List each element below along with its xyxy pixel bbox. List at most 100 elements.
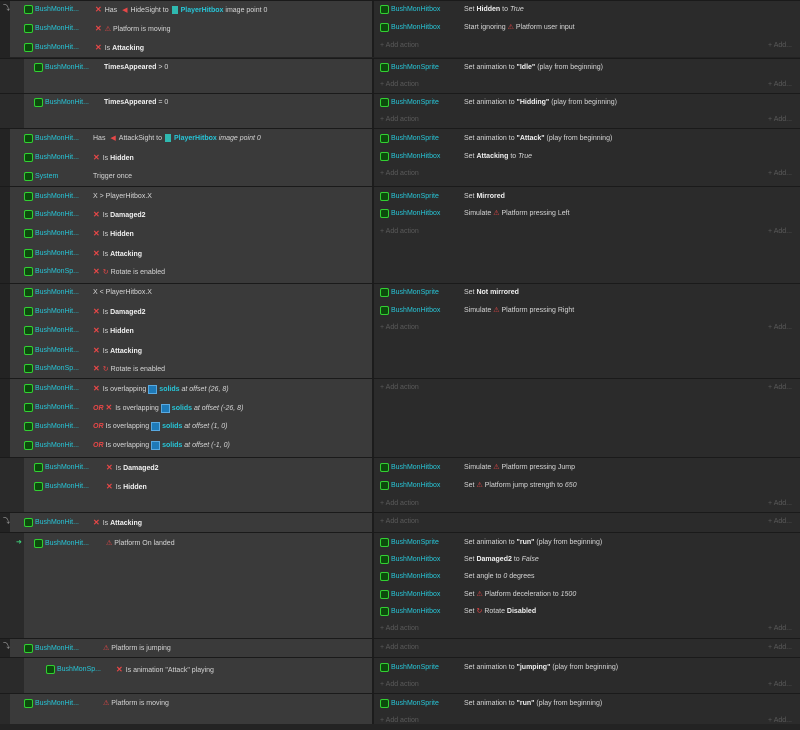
add-link[interactable]: + Add... xyxy=(768,379,792,397)
action-row[interactable]: BushMonSprite Set Not mirrored xyxy=(0,284,800,302)
action-row[interactable]: BushMonHitbox Set ⚠ Platform deceleration… xyxy=(0,586,800,604)
condition-row[interactable]: BushMonHit... ✕ Is Attacking xyxy=(10,342,372,360)
action-row[interactable]: BushMonSprite Set animation to "Idle" (p… xyxy=(0,59,800,77)
add-action-link[interactable]: + Add action xyxy=(380,639,419,657)
condition-row[interactable]: BushMonHit... OR Is overlapping solids at … xyxy=(10,437,372,455)
e2-a1_b-text: "Idle" xyxy=(516,64,536,71)
e10-a2_b-text: Damaged2 xyxy=(476,556,512,563)
invert-x-icon: ✕ xyxy=(93,326,100,335)
condition-row[interactable]: BushMonHit... ✕ Is Attacking xyxy=(10,514,372,532)
add-action-link[interactable]: + Add action xyxy=(380,319,419,337)
event-block-4[interactable]: BushMonHit... Has ◀ AttackSight to PlayerH… xyxy=(0,128,800,186)
invert-x-icon: ✕ xyxy=(93,518,100,527)
e4-a1_post-text: (play from beginning) xyxy=(546,135,613,142)
add-link[interactable]: + Add... xyxy=(768,223,792,241)
action-row[interactable]: BushMonSprite Set animation to "Attack" … xyxy=(0,130,800,148)
event-block-1[interactable]: ⤵ BushMonHit... ✕ Has ◀ HideSight to Player… xyxy=(0,0,800,57)
add_action-text: Add action xyxy=(385,644,419,651)
condition-row[interactable]: BushMonSp... ✕ ↻ Rotate is enabled xyxy=(10,263,372,281)
add_action-text: Add action xyxy=(385,717,419,724)
add-link[interactable]: + Add... xyxy=(768,712,792,730)
event-block-3[interactable]: BushMonHit... TimesAppeared = 0 BushMonS… xyxy=(0,93,800,128)
add-action-link[interactable]: + Add action xyxy=(380,495,419,513)
add-link[interactable]: + Add... xyxy=(768,111,792,129)
add-link[interactable]: + Add... xyxy=(768,165,792,183)
add-text: Add... xyxy=(773,625,792,632)
condition-row[interactable]: BushMonSp... ✕ ↻ Rotate is enabled xyxy=(10,360,372,378)
condition-row[interactable]: BushMonHit... ✕ Is Hidden xyxy=(10,225,372,243)
e2-a1_post-text: (play from beginning) xyxy=(537,64,603,71)
event-block-13[interactable]: BushMonHit... ⚠ Platform is moving BushMo… xyxy=(0,693,800,724)
condition-row[interactable]: System Trigger once xyxy=(10,168,372,186)
add-action-link[interactable]: + Add action xyxy=(380,620,419,638)
action-row[interactable]: BushMonHitbox Set Attacking to True xyxy=(0,148,800,166)
event-block-10[interactable]: ➜ BushMonHit... ⚠ Platform On landed Bush… xyxy=(0,532,800,638)
action-row[interactable]: BushMonHitbox Set Damaged2 to False xyxy=(0,551,800,569)
e1-a1_b-text: Hidden xyxy=(476,6,501,13)
obj_hitbox_short-text: BushMonHit... xyxy=(35,404,79,411)
add-link[interactable]: + Add... xyxy=(768,37,792,55)
condition-row[interactable]: BushMonHit... OR Is overlapping solids at … xyxy=(10,418,372,436)
action-row[interactable]: BushMonSprite Set animation to "Hidding"… xyxy=(0,94,800,112)
event-block-2[interactable]: BushMonHit... TimesAppeared > 0 BushMonS… xyxy=(0,58,800,93)
add-link[interactable]: + Add... xyxy=(768,76,792,94)
add-action-link[interactable]: + Add action xyxy=(380,379,419,397)
condition-row[interactable]: BushMonHit... ✕ Is Attacking xyxy=(10,39,372,57)
event-block-6[interactable]: BushMonHit... X < PlayerHitbox.X BushMon… xyxy=(0,283,800,378)
add-link[interactable]: + Add... xyxy=(768,639,792,657)
action-row[interactable]: BushMonHitbox Set ↻ Rotate Disabled xyxy=(0,603,800,621)
event-block-7[interactable]: BushMonHit... ✕ Is overlapping solids at o… xyxy=(0,378,800,457)
collapse-arrow-icon[interactable]: ⤵ xyxy=(3,516,10,526)
e10-a1_post-text: (play from beginning) xyxy=(536,539,603,546)
action-row[interactable]: BushMonHitbox Set Hidden to True xyxy=(0,1,800,19)
event-block-12[interactable]: BushMonSp... ✕ Is animation "Attack" play… xyxy=(0,657,800,693)
family-icon xyxy=(151,440,161,450)
action-row[interactable]: BushMonSprite Set animation to "run" (pl… xyxy=(0,695,800,713)
add-link[interactable]: + Add... xyxy=(768,319,792,337)
action-row[interactable]: BushMonHitbox Set ⚠ Platform jump strengt… xyxy=(0,477,800,495)
event-block-9[interactable]: ⤵ BushMonHit... ✕ Is Attacking + Add acti… xyxy=(0,512,800,532)
e10-a3_pre-text: Set angle to xyxy=(464,573,502,580)
action-row[interactable]: BushMonSprite Set animation to "run" (pl… xyxy=(0,534,800,552)
condition-row[interactable]: BushMonHit... ✕ Is Hidden xyxy=(10,322,372,340)
collapse-arrow-icon[interactable]: ⤵ xyxy=(3,641,10,651)
add-action-link[interactable]: + Add action xyxy=(380,676,419,694)
e7-c3_post-text: at offset (1, 0) xyxy=(184,423,228,430)
action-row[interactable]: BushMonHitbox Simulate ⚠ Platform pressin… xyxy=(0,459,800,477)
obj_sprite-text: BushMonSprite xyxy=(391,664,439,671)
or-text: OR xyxy=(93,442,104,449)
condition-row[interactable]: BushMonHit... OR ✕ Is overlapping solids at… xyxy=(10,399,372,417)
e1-c3_b-text: Attacking xyxy=(112,45,145,52)
add-action-link[interactable]: + Add action xyxy=(380,712,419,730)
e6-c3_b-text: Hidden xyxy=(110,328,134,335)
condition-row[interactable]: BushMonHit... ✕ Is Attacking xyxy=(10,245,372,263)
event-block-11[interactable]: ⤵ BushMonHit... ⚠ Platform is jumping + A… xyxy=(0,638,800,657)
event-block-5[interactable]: BushMonHit... X > PlayerHitbox.X BushMon… xyxy=(0,186,800,283)
add-link[interactable]: + Add... xyxy=(768,620,792,638)
add-action-link[interactable]: + Add action xyxy=(380,513,419,531)
action-row[interactable]: BushMonHitbox Simulate ⚠ Platform pressin… xyxy=(0,205,800,223)
obj_hitbox-text: BushMonHitbox xyxy=(391,573,441,580)
add-action-link[interactable]: + Add action xyxy=(380,165,419,183)
platform-icon: ⚠ xyxy=(507,24,514,31)
condition-row[interactable]: BushMonHit... ✕ Is overlapping solids at o… xyxy=(10,380,372,398)
add-action-link[interactable]: + Add action xyxy=(380,76,419,94)
event-block-8[interactable]: BushMonHit... ✕ Is Damaged2 BushMonHit...… xyxy=(0,457,800,512)
add-link[interactable]: + Add... xyxy=(768,513,792,531)
action-row[interactable]: BushMonHitbox Simulate ⚠ Platform pressin… xyxy=(0,302,800,320)
add-action-link[interactable]: + Add action xyxy=(380,37,419,55)
add-text: Add... xyxy=(773,681,792,688)
obj_hitbox_short-text: BushMonHit... xyxy=(35,423,79,430)
add-action-link[interactable]: + Add action xyxy=(380,223,419,241)
action-row[interactable]: BushMonHitbox Start ignoring ⚠ Platform u… xyxy=(0,19,800,37)
action-row[interactable]: BushMonHitbox Set angle to 0 degrees xyxy=(0,568,800,586)
add-link[interactable]: + Add... xyxy=(768,495,792,513)
add-action-link[interactable]: + Add action xyxy=(380,111,419,129)
action-row[interactable]: BushMonSprite Set animation to "jumping"… xyxy=(0,659,800,677)
condition-row[interactable]: BushMonHit... ⚠ Platform is jumping xyxy=(10,640,372,658)
add-link[interactable]: + Add... xyxy=(768,676,792,694)
action-row[interactable]: BushMonSprite Set Mirrored xyxy=(0,188,800,206)
e5-a1_b-text: Mirrored xyxy=(476,193,505,200)
add-text: Add... xyxy=(773,717,792,724)
hitbox-icon xyxy=(380,554,389,564)
